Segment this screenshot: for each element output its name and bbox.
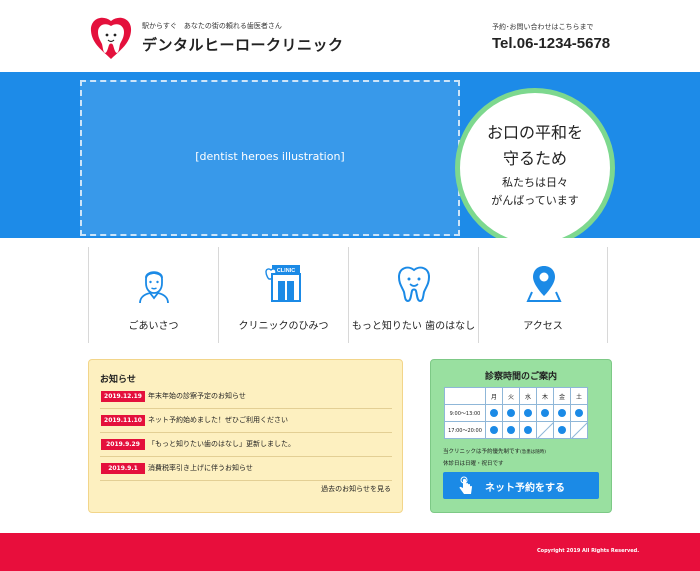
hero-headline-line2: 守るため xyxy=(502,149,567,168)
site-header: 駅からすぐ あなたの街の頼れる歯医者さん デンタルヒーロークリニック 予約･お問… xyxy=(0,0,700,72)
news-title: お知らせ xyxy=(100,375,136,385)
doctor-portrait-icon xyxy=(139,271,169,303)
hero-illustration: [dentist heroes illustration] xyxy=(80,80,460,236)
nav-label-tooth-talk: もっと知りたい 歯のはなし xyxy=(351,321,476,332)
news-item-text[interactable]: ネット予約始めました！ぜひご利用ください xyxy=(148,415,288,426)
open-dot-icon xyxy=(524,426,532,434)
day-header: 金 xyxy=(553,387,571,405)
hours-header-row: 月 火 水 木 金 土 xyxy=(444,387,588,405)
day-header: 水 xyxy=(519,387,537,405)
hours-title: 診察時間のご案内 xyxy=(484,372,557,382)
open-dot-icon xyxy=(575,409,583,417)
hours-panel: 診察時間のご案内 月 火 水 木 金 土 9:00～13:00 17:00～20… xyxy=(430,359,612,513)
tooth-icon xyxy=(397,266,431,303)
phone-number[interactable]: Tel.06-1234-5678 xyxy=(492,35,610,52)
slot-open xyxy=(553,421,571,439)
clinic-name[interactable]: デンタルヒーロークリニック xyxy=(142,34,344,55)
day-header: 月 xyxy=(485,387,503,405)
news-date-badge: 2019.11.10 xyxy=(101,415,145,426)
news-date-badge: 2019.12.19 xyxy=(101,391,145,402)
hours-table: 月 火 水 木 金 土 9:00～13:00 17:00～20:00 xyxy=(444,387,588,439)
time-slot-label: 9:00～13:00 xyxy=(444,404,486,422)
news-date-badge: 2019.9.1 xyxy=(101,463,145,474)
slot-open xyxy=(502,404,520,422)
pointing-hand-icon xyxy=(459,476,472,494)
slot-open xyxy=(485,404,503,422)
slot-open xyxy=(485,421,503,439)
news-more-link[interactable]: 過去のお知らせを見る xyxy=(321,484,391,494)
nav-item-clinic-secret[interactable]: CLINIC クリニックのひみつ xyxy=(218,247,348,343)
site-footer: Copyright 2019 All Rights Reserved. xyxy=(0,533,700,571)
slot-closed xyxy=(536,421,554,439)
hero-illustration-placeholder: [dentist heroes illustration] xyxy=(195,150,345,163)
news-item[interactable]: 2019.9.29 「もっと知りたい歯のはなし」更新しました。 xyxy=(100,433,392,457)
feature-nav: ごあいさつ CLINIC クリニックのひみつ もっと知りたい 歯のはなし アクセ… xyxy=(88,247,608,343)
day-header: 木 xyxy=(536,387,554,405)
hours-row-morning: 9:00～13:00 xyxy=(444,404,588,422)
open-dot-icon xyxy=(490,409,498,417)
hours-corner-cell xyxy=(444,387,486,405)
hours-note-reservation: 当クリニックは予約優先制です(急患は随時) xyxy=(443,447,546,455)
nav-label-clinic-secret: クリニックのひみつ xyxy=(238,321,329,332)
map-pin-icon xyxy=(526,266,562,302)
nav-item-greeting[interactable]: ごあいさつ xyxy=(88,247,218,343)
news-date-badge: 2019.9.29 xyxy=(101,439,145,450)
open-dot-icon xyxy=(490,426,498,434)
hero-message-circle: お口の平和を 守るため 私たちは日々 がんばっています xyxy=(455,88,615,238)
slot-closed xyxy=(570,421,588,439)
contact-label: 予約･お問い合わせはこちらまで xyxy=(492,23,594,31)
day-header: 火 xyxy=(502,387,520,405)
open-dot-icon xyxy=(558,426,566,434)
open-dot-icon xyxy=(541,409,549,417)
news-item-text[interactable]: 「もっと知りたい歯のはなし」更新しました。 xyxy=(148,439,295,450)
slot-open xyxy=(553,404,571,422)
open-dot-icon xyxy=(507,409,515,417)
slot-open xyxy=(519,404,537,422)
net-reserve-label: ネット予約をする xyxy=(485,483,565,494)
nav-label-access: アクセス xyxy=(523,321,563,332)
day-header: 土 xyxy=(570,387,588,405)
hero-banner: [dentist heroes illustration] お口の平和を 守るた… xyxy=(0,72,700,238)
nav-item-access[interactable]: アクセス xyxy=(478,247,608,343)
slot-open xyxy=(519,421,537,439)
news-item-text[interactable]: 消費税率引き上げに伴うお知らせ xyxy=(148,463,253,474)
open-dot-icon xyxy=(507,426,515,434)
news-item[interactable]: 2019.9.1 消費税率引き上げに伴うお知らせ xyxy=(100,457,392,481)
nav-item-tooth-talk[interactable]: もっと知りたい 歯のはなし xyxy=(348,247,478,343)
clinic-building-icon: CLINIC xyxy=(265,265,301,302)
closed-slash-icon xyxy=(571,422,588,439)
time-slot-label: 17:00～20:00 xyxy=(444,421,486,439)
copyright-text: Copyright 2019 All Rights Reserved. xyxy=(537,548,640,554)
open-dot-icon xyxy=(558,409,566,417)
news-item-text[interactable]: 年末年始の診察予定のお知らせ xyxy=(148,391,246,402)
tagline: 駅からすぐ あなたの街の頼れる歯医者さん xyxy=(142,22,282,30)
news-item[interactable]: 2019.12.19 年末年始の診察予定のお知らせ xyxy=(100,385,392,409)
slot-open xyxy=(570,404,588,422)
news-panel: お知らせ 2019.12.19 年末年始の診察予定のお知らせ 2019.11.1… xyxy=(88,359,403,513)
hours-note-main: 当クリニックは予約優先制です xyxy=(443,449,521,455)
closed-slash-icon xyxy=(537,422,554,439)
slot-open xyxy=(502,421,520,439)
nav-label-greeting: ごあいさつ xyxy=(128,321,179,332)
hours-note-small: (急患は随時) xyxy=(520,450,547,455)
hero-subline1: 私たちは日々 xyxy=(502,176,568,189)
slot-open xyxy=(536,404,554,422)
tooth-logo-icon[interactable] xyxy=(88,15,134,61)
hero-subline2: がんばっています xyxy=(491,194,579,207)
hours-row-evening: 17:00～20:00 xyxy=(444,421,588,439)
news-item[interactable]: 2019.11.10 ネット予約始めました！ぜひご利用ください xyxy=(100,409,392,433)
open-dot-icon xyxy=(524,409,532,417)
net-reserve-button[interactable]: ネット予約をする xyxy=(443,472,599,499)
hours-note-closed: 休診日は日曜・祝日です xyxy=(443,461,504,467)
hero-headline-line1: お口の平和を xyxy=(486,123,583,142)
